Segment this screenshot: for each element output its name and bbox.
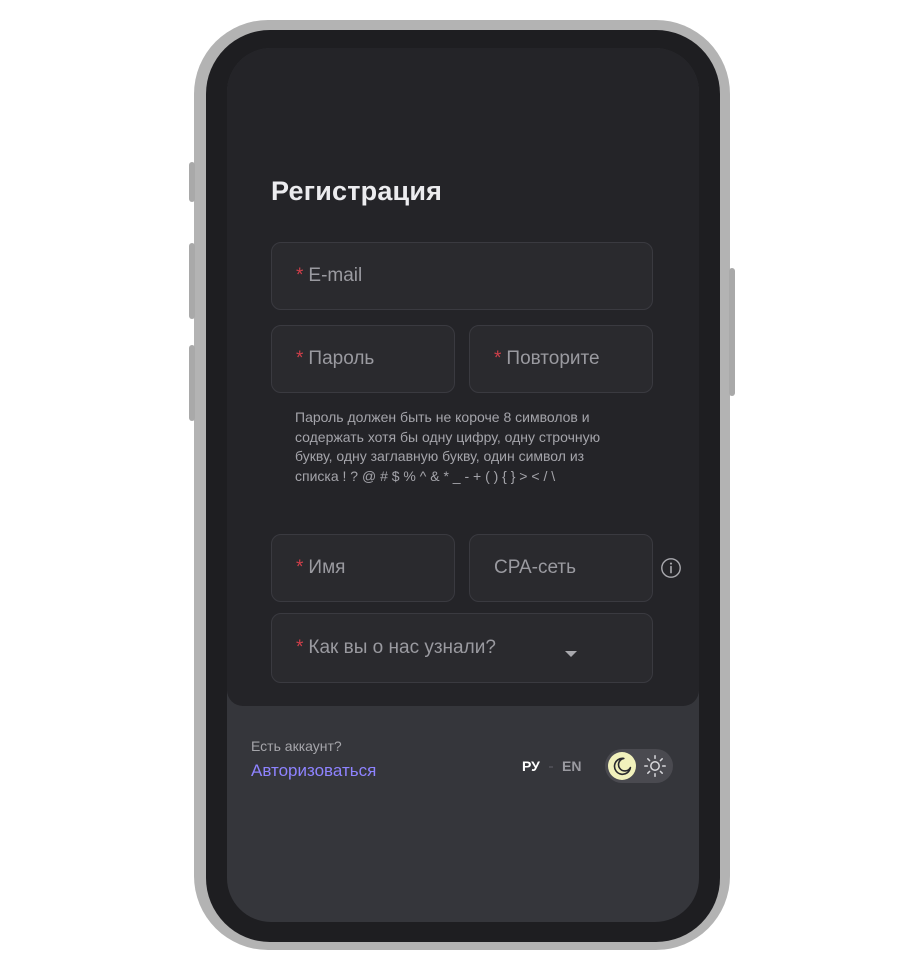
registration-card: Регистрация * E-mail * Пароль * Повторите П…: [227, 48, 699, 706]
required-mark: *: [296, 265, 304, 286]
required-mark: *: [296, 348, 304, 369]
password-hint: Пароль должен быть не короче 8 символов …: [295, 409, 601, 484]
phone-power-button: [729, 268, 735, 396]
required-mark: *: [494, 348, 502, 369]
email-field[interactable]: * E-mail: [271, 242, 653, 310]
info-icon[interactable]: [660, 557, 682, 579]
email-field-text: E-mail: [308, 265, 363, 286]
password-field-label: * Пароль: [296, 348, 374, 370]
phone-mute-switch: [189, 162, 195, 202]
required-mark: *: [296, 557, 304, 578]
lang-ru-button[interactable]: РУ: [522, 758, 540, 774]
name-field-label: * Имя: [296, 557, 345, 579]
theme-knob: [608, 752, 636, 780]
source-select[interactable]: * Как вы о нас узнали?: [271, 613, 653, 683]
phone-volume-up-button: [189, 243, 195, 319]
sun-icon[interactable]: [643, 754, 667, 778]
cpa-network-field-label: CPA-сеть: [494, 557, 577, 578]
password-repeat-field-text: Повторите: [506, 348, 600, 369]
password-repeat-field[interactable]: * Повторите: [469, 325, 653, 393]
name-field[interactable]: * Имя: [271, 534, 455, 602]
page-title: Регистрация: [271, 176, 443, 206]
lang-separator: [549, 766, 553, 768]
cpa-network-field[interactable]: CPA-сеть: [469, 534, 653, 602]
password-repeat-field-label: * Повторите: [494, 348, 600, 370]
caret-down-icon[interactable]: [565, 651, 577, 657]
phone-screen: Регистрация * E-mail * Пароль * Повторите П…: [227, 48, 699, 922]
login-link[interactable]: Авторизоваться: [251, 761, 376, 781]
email-field-label: * E-mail: [296, 265, 362, 287]
account-question: Есть аккаунт?: [251, 738, 342, 754]
password-field-text: Пароль: [308, 348, 375, 369]
required-mark: *: [296, 637, 304, 658]
name-field-text: Имя: [308, 557, 346, 578]
source-select-text: Как вы о нас узнали?: [308, 637, 496, 658]
phone-volume-down-button: [189, 345, 195, 421]
theme-toggle[interactable]: [605, 749, 673, 783]
source-select-label: * Как вы о нас узнали?: [296, 637, 496, 659]
moon-icon: [613, 757, 632, 776]
password-field[interactable]: * Пароль: [271, 325, 455, 393]
lang-en-button[interactable]: EN: [562, 758, 581, 774]
